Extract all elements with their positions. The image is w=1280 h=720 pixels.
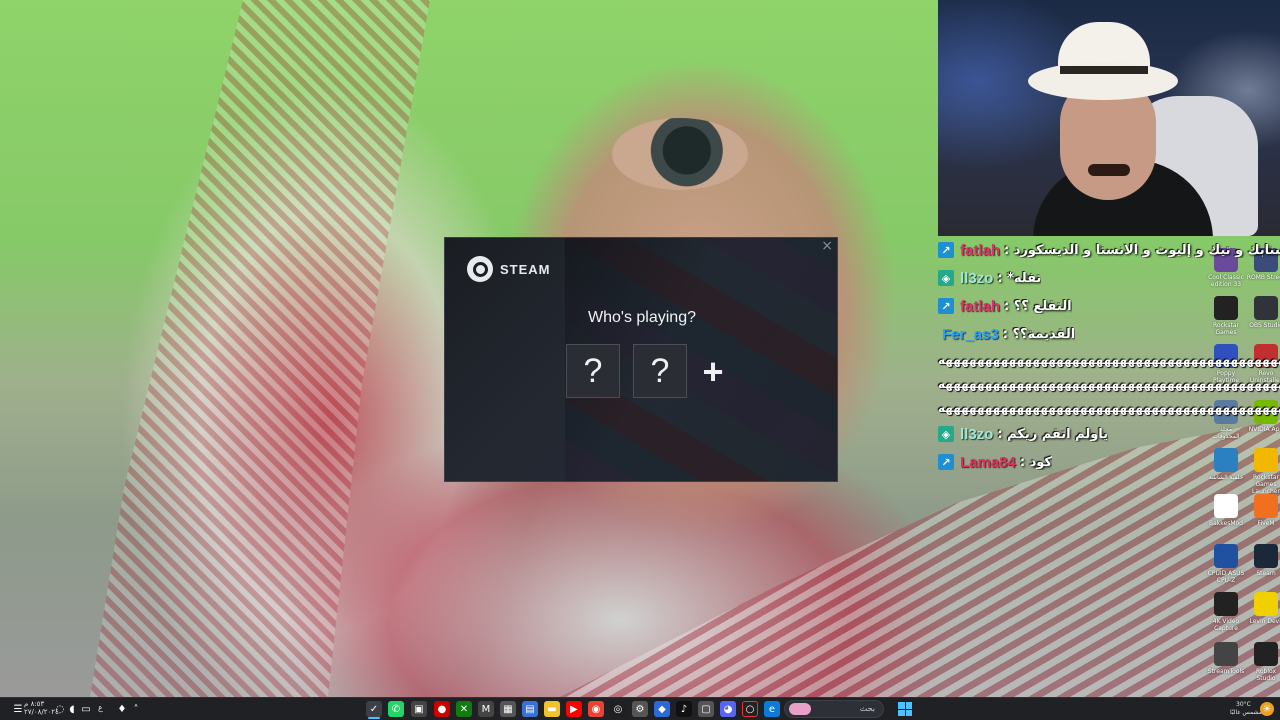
chat-username: Fer_as3 [942,325,999,343]
desktop-shortcut[interactable]: Steam [1246,544,1280,577]
chat-text: : *تفله [997,270,1042,286]
app-icon[interactable]: ▣ [411,701,427,717]
active-indicator [368,717,380,719]
language-indicator[interactable]: ع [98,704,103,712]
chat-message: ↗ Lama84 : كود [934,448,1280,476]
steam-wordmark: STEAM [500,261,551,277]
taskbar: ☰ ٨:٥٣ م ٢٧/٠٨/٢٠٢٤ ◌ ◖ ▭ ع ♦ ˄ ✓ ✆ ▣ ● … [0,697,1280,720]
bakkesmod-icon [1214,494,1238,518]
streamtools-icon [1214,642,1238,666]
chat-message: ◈ ll3zo : ياولم اتقم ريكم [934,420,1280,448]
vip-badge-icon: ◈ [938,270,954,286]
whatsapp-icon[interactable]: ✆ [388,701,404,717]
search-label: بحث [859,704,875,713]
chrome-icon[interactable]: ◉ [588,701,604,717]
twitch-badge-icon: ↗ [938,242,954,258]
edge-icon[interactable]: e [764,701,780,717]
profile-button-2[interactable]: ? [633,344,687,398]
chat-username: ll3zo [960,269,994,287]
webcam-overlay [938,0,1280,236]
discord-icon[interactable]: ◕ [720,701,736,717]
chat-text: : ياولم اتقم ريكم [997,426,1109,442]
chat-message: ↗ fatlah : التقلع ؟؟ [934,292,1280,320]
desktop-shortcut[interactable]: FiveM [1246,494,1280,527]
weather-desc[interactable]: مشمس غالبًا [1230,709,1262,716]
cpuz-icon [1214,544,1238,568]
steam-icon [467,256,493,282]
wallpaper-shemagh-left [90,0,430,697]
close-icon[interactable]: × [821,238,833,254]
desktop-shortcut-label: Rockstar Games Launcher [1252,474,1280,495]
levin-icon [1254,592,1278,616]
twitch-badge-icon: ↗ [938,454,954,470]
desktop-shortcut-label: FiveM [1257,520,1275,527]
calculator-icon[interactable]: ▦ [500,701,516,717]
chat-spam-line: هههههههههههههههههههههههههههههههههههههههه… [938,353,1280,367]
chat-message: ↗ fatlah : ما حطيت سنابك و تيك و إليوت و… [934,236,1280,264]
tiktok-icon[interactable]: ♪ [676,701,692,717]
record-icon[interactable]: ● [434,701,450,717]
weather-temp[interactable]: 30°C [1236,701,1251,708]
roblox-icon [1254,642,1278,666]
battery-icon[interactable]: ▭ [78,701,94,717]
desktop-shortcut-label: Roblox Studio [1255,668,1277,682]
steam-icon [1254,544,1278,568]
chevron-up-icon[interactable]: ˄ [128,701,144,717]
obs-icon[interactable]: ◎ [610,701,626,717]
clock-time[interactable]: ٨:٥٣ م [24,701,44,708]
store-icon[interactable]: ◆ [654,701,670,717]
chat-message: ◈ ll3zo : *تفله [934,264,1280,292]
chat-text: : القديمة؟؟ [1002,326,1076,342]
chat-username: fatlah [960,241,1001,259]
4k-icon [1214,592,1238,616]
chat-spam-line: هههههههههههههههههههههههههههههههههههههههه… [938,377,1280,391]
chat-username: fatlah [960,297,1001,315]
desktop-shortcut-label: BakkesMod [1208,520,1243,527]
youtube-icon[interactable]: ▶ [566,701,582,717]
chat-username: Lama84 [960,453,1016,471]
desktop-shortcut[interactable]: Levin Devil [1246,592,1280,625]
xbox-icon[interactable]: ✕ [456,701,472,717]
desktop-shortcut-label: Steam [1256,570,1276,577]
taskbar-search-input[interactable]: بحث [784,700,884,718]
desktop-shortcut-label: CPUID ASUS CPU-Z [1207,570,1245,584]
chat-text: : التقلع ؟؟ [1004,298,1072,314]
desktop-shortcut-label: StreamTools [1207,668,1245,675]
search-highlight-icon [789,703,811,715]
calendar-icon[interactable]: ▤ [522,701,538,717]
dialog-prompt: Who's playing? [588,309,696,326]
desktop-shortcut[interactable]: BakkesMod [1206,494,1246,527]
chat-text: : كود [1019,454,1052,470]
chat-overlay: ↗ fatlah : ما حطيت سنابك و تيك و إليوت و… [934,236,1280,476]
desktop-shortcut[interactable]: Roblox Studio [1246,642,1280,682]
steam-profile-dialog: STEAM × Who's playing? ? ? + [444,237,838,482]
desktop-shortcut-label: Levin Devil [1249,618,1280,625]
app-red-icon[interactable]: ○ [742,701,758,717]
steam-logo: STEAM [467,256,551,282]
desktop-shortcut[interactable]: 4K Video Capture [1206,592,1246,632]
chat-username: ll3zo [960,425,994,443]
weather-icon[interactable]: ☀ [1260,702,1274,716]
desktop-shortcut[interactable]: StreamTools [1206,642,1246,675]
steam-taskbar-icon[interactable]: ✓ [366,701,382,717]
start-button[interactable] [898,702,912,716]
profile-button-1[interactable]: ? [566,344,620,398]
chat-spam-line: هههههههههههههههههههههههههههههههههههههههه… [938,401,1280,415]
vip-badge-icon: ◈ [938,426,954,442]
wallpaper-eye [612,118,748,190]
chat-text: : ما حطيت سنابك و تيك و إليوت و الانستا … [1004,242,1280,258]
file-explorer-icon[interactable]: ▬ [544,701,560,717]
twitch-badge-icon: ↗ [938,298,954,314]
fivem-icon [1254,494,1278,518]
add-profile-button[interactable]: + [697,351,729,392]
desktop-shortcut[interactable]: CPUID ASUS CPU-Z [1206,544,1246,584]
chat-message: Fer_as3 : القديمة؟؟ [934,320,1280,348]
settings-icon[interactable]: ⚙ [632,701,648,717]
media-icon[interactable]: M [478,701,494,717]
capture-icon[interactable]: ▢ [698,701,714,717]
desktop-shortcut-label: 4K Video Capture [1212,618,1240,632]
